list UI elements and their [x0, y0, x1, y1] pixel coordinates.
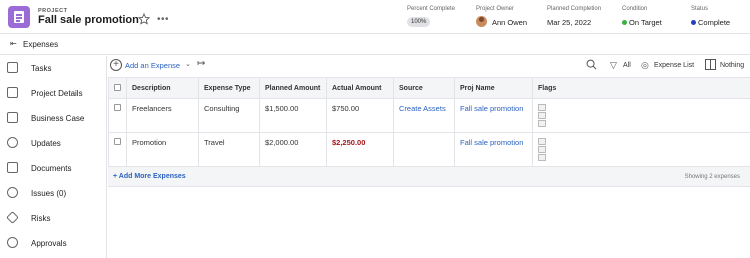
- table-row[interactable]: Freelancers Consulting $1,500.00 $750.00…: [108, 98, 750, 133]
- flags-cell: [532, 98, 750, 133]
- sidebar-item-issues[interactable]: Issues (0): [0, 181, 107, 206]
- flag-icon: [538, 154, 546, 161]
- planned-amount-cell[interactable]: $1,500.00: [259, 98, 327, 133]
- sidebar-item-label: Risks: [31, 214, 51, 223]
- actual-amount-cell[interactable]: $750.00: [326, 98, 394, 133]
- sidebar-item-updates[interactable]: Updates: [0, 131, 107, 156]
- expense-type-cell[interactable]: Travel: [198, 132, 260, 167]
- status-value[interactable]: Complete: [698, 18, 730, 27]
- planned-amount-cell[interactable]: $2,000.00: [259, 132, 327, 167]
- project-title[interactable]: Fall sale promotion: [38, 14, 139, 26]
- sidebar-item-project-details[interactable]: Project Details: [0, 81, 107, 106]
- sidebar-item-approvals[interactable]: Approvals: [0, 231, 107, 256]
- project-name-link[interactable]: Fall sale promotion: [454, 132, 533, 167]
- column-header[interactable]: Proj Name: [454, 77, 533, 99]
- flag-icon: [538, 104, 546, 111]
- tasks-icon: [7, 62, 18, 73]
- project-name-link[interactable]: Fall sale promotion: [454, 98, 533, 133]
- add-more-expenses-button[interactable]: + Add More Expenses: [113, 173, 186, 180]
- sidebar-item-label: Business Case: [31, 114, 85, 123]
- view-icon[interactable]: ◎: [641, 60, 649, 71]
- expense-type-cell[interactable]: Consulting: [198, 98, 260, 133]
- add-expense-button[interactable]: Add an Expense: [125, 61, 180, 70]
- flag-icon: [538, 120, 546, 127]
- condition-value[interactable]: On Target: [629, 18, 662, 27]
- sidebar: Tasks Project Details Business Case Upda…: [0, 56, 107, 258]
- chevron-down-icon[interactable]: ⌄: [185, 60, 191, 68]
- more-options-icon[interactable]: •••: [157, 14, 169, 25]
- sidebar-item-business-case[interactable]: Business Case: [0, 106, 107, 131]
- column-header[interactable]: Source: [393, 77, 455, 99]
- description-cell[interactable]: Promotion: [126, 132, 199, 167]
- sidebar-item-label: Tasks: [31, 64, 52, 73]
- percent-complete-label: Percent Complete: [407, 6, 456, 12]
- actual-amount-cell[interactable]: $2,250.00: [326, 132, 394, 167]
- status-dot-icon: [691, 20, 696, 25]
- sidebar-item-label: Approvals: [31, 239, 67, 248]
- sidebar-item-label: Issues (0): [31, 189, 67, 198]
- column-header[interactable]: Description: [126, 77, 199, 99]
- expense-table: Description Expense Type Planned Amount …: [108, 77, 750, 167]
- add-icon[interactable]: +: [110, 59, 122, 71]
- project-icon: [8, 6, 30, 28]
- grouping-select[interactable]: Nothing: [720, 62, 744, 69]
- flags-cell: [532, 132, 750, 167]
- planned-completion-label: Planned Completion: [547, 6, 602, 12]
- documents-icon: [7, 162, 18, 173]
- status-label: Status: [691, 6, 709, 12]
- project-owner-label: Project Owner: [476, 6, 515, 12]
- business-case-icon: [7, 112, 18, 123]
- planned-completion-value[interactable]: Mar 25, 2022: [547, 18, 591, 27]
- table-footer: + Add More Expenses Showing 2 expenses: [108, 167, 750, 187]
- view-select[interactable]: Expense List: [654, 62, 694, 69]
- search-icon[interactable]: [586, 59, 597, 70]
- issues-icon: [7, 187, 18, 198]
- collapse-icon[interactable]: ⇤: [10, 39, 17, 48]
- showing-count: Showing 2 expenses: [684, 174, 740, 180]
- sidebar-item-risks[interactable]: Risks: [0, 206, 107, 231]
- updates-icon: [7, 137, 18, 148]
- project-owner-value[interactable]: Ann Owen: [492, 18, 527, 27]
- sidebar-item-label: Updates: [31, 139, 61, 148]
- sidebar-item-tasks[interactable]: Tasks: [0, 56, 107, 81]
- details-icon: [7, 87, 18, 98]
- table-header-row: Description Expense Type Planned Amount …: [108, 77, 750, 99]
- source-link[interactable]: [393, 132, 455, 167]
- project-header: PROJECT Fall sale promotion ••• Percent …: [0, 0, 750, 34]
- sidebar-item-label: Project Details: [31, 89, 83, 98]
- description-cell[interactable]: Freelancers: [126, 98, 199, 133]
- expense-toolbar: + Add an Expense ⌄ ↦ ▽ All ◎ Expense Lis…: [108, 56, 750, 76]
- sidebar-item-label: Documents: [31, 164, 72, 173]
- column-header[interactable]: Planned Amount: [259, 77, 327, 99]
- section-header: ⇤ Expenses: [0, 35, 750, 55]
- star-icon[interactable]: [138, 13, 150, 25]
- table-row[interactable]: Promotion Travel $2,000.00 $2,250.00 Fal…: [108, 132, 750, 167]
- column-header[interactable]: Actual Amount: [326, 77, 394, 99]
- condition-label: Condition: [622, 6, 648, 12]
- risks-icon: [6, 211, 19, 224]
- percent-complete-value[interactable]: 100%: [407, 17, 431, 27]
- source-link[interactable]: Create Assets: [393, 98, 455, 133]
- select-all-checkbox[interactable]: [114, 83, 121, 91]
- sidebar-item-documents[interactable]: Documents: [0, 156, 107, 181]
- flag-icon: [538, 112, 546, 119]
- row-checkbox[interactable]: [114, 104, 121, 111]
- flag-icon: [538, 146, 546, 153]
- flag-icon: [538, 138, 546, 145]
- export-icon[interactable]: ↦: [197, 58, 205, 69]
- section-title: Expenses: [23, 40, 59, 49]
- grouping-icon[interactable]: [705, 59, 716, 70]
- filter-icon[interactable]: ▽: [610, 60, 617, 71]
- filter-select[interactable]: All: [623, 62, 631, 69]
- row-checkbox[interactable]: [114, 138, 121, 145]
- approvals-icon: [7, 237, 18, 248]
- column-header[interactable]: Expense Type: [198, 77, 260, 99]
- column-header[interactable]: Flags: [532, 77, 750, 99]
- condition-dot-icon: [622, 20, 627, 25]
- avatar[interactable]: [476, 16, 487, 27]
